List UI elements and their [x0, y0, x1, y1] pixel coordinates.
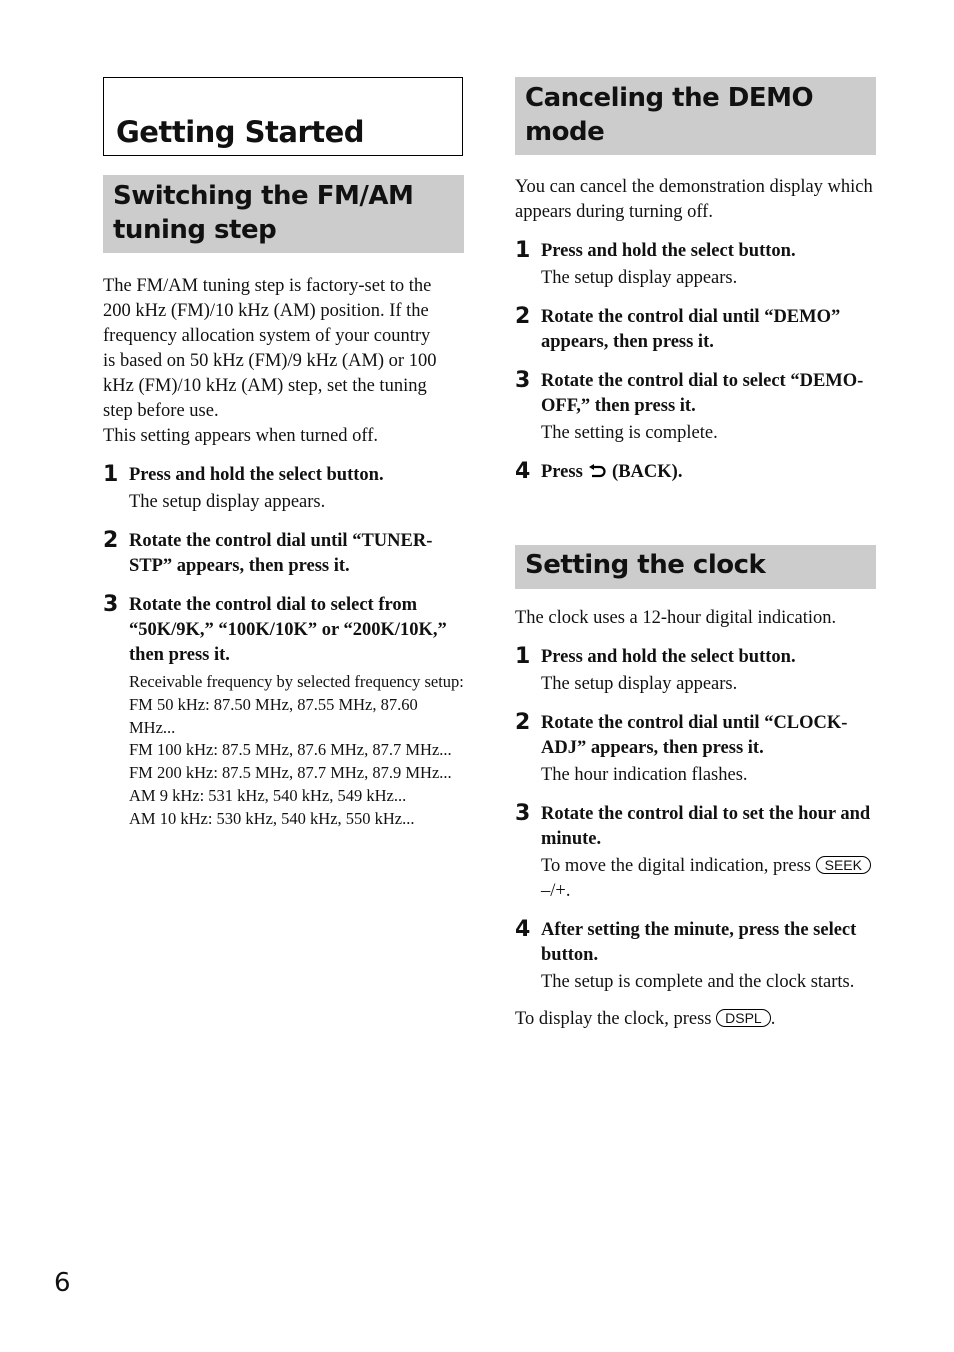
section-title-clock: Setting the clock: [515, 545, 876, 589]
step-body: The setup display appears.: [541, 674, 738, 694]
step-title: Press and hold the select button.: [541, 647, 796, 667]
clock-intro: The clock uses a 12-hour digital indicat…: [515, 608, 837, 628]
step-body: To move the digital indication, press SE…: [541, 854, 876, 904]
frequency-line: FM 200 kHz: 87.5 MHz, 87.7 MHz, 87.9 MHz…: [129, 763, 452, 783]
right-column: Canceling the DEMO mode You can cancel t…: [515, 77, 876, 1032]
back-arrow-icon: [589, 464, 607, 478]
frequency-line: AM 9 kHz: 531 kHz, 540 kHz, 549 kHz...: [129, 785, 407, 805]
step-title: Rotate the control dial until “CLOCK-ADJ…: [541, 713, 848, 758]
chapter-title: Getting Started: [116, 115, 365, 149]
step-number: 3: [103, 592, 119, 617]
clock-step-4: 4 After setting the minute, press the se…: [515, 917, 876, 995]
step-body: The setup is complete and the clock star…: [541, 972, 855, 992]
step-title: Rotate the control dial to select from “…: [129, 595, 447, 665]
tuning-intro: The FM/AM tuning step is factory-set to …: [103, 274, 464, 449]
step-number: 4: [515, 459, 531, 484]
demo-intro: You can cancel the demonstration display…: [515, 177, 873, 222]
intro-line: is based on 50 kHz (FM)/9 kHz (AM) or 10…: [103, 351, 437, 371]
tuning-step-3: 3 Rotate the control dial to select from…: [103, 592, 464, 831]
step-title: After setting the minute, press the sele…: [541, 920, 857, 965]
step-number: 2: [103, 528, 119, 553]
section-title-tuning-step: Switching the FM/AM tuning step: [103, 175, 464, 253]
step-title: Rotate the control dial until “DEMO” app…: [541, 307, 841, 352]
step-body: The hour indication flashes.: [541, 765, 748, 785]
step-title-prefix: Press: [541, 462, 583, 482]
tuning-step-1: 1 Press and hold the select button. The …: [103, 462, 464, 515]
step-title: Rotate the control dial to set the hour …: [541, 804, 871, 849]
frequency-note: Receivable frequency by selected frequen…: [129, 671, 464, 831]
step-body-prefix: To move the digital indication, press: [541, 856, 811, 876]
clock-outro: To display the clock, press DSPL.: [515, 1007, 876, 1032]
left-column: Getting Started Switching the FM/AM tuni…: [103, 77, 464, 831]
intro-line: step before use.: [103, 401, 219, 421]
intro-line: The FM/AM tuning step is factory-set to …: [103, 276, 432, 296]
chapter-header-box: Getting Started: [103, 77, 463, 156]
step-title: Press and hold the select button.: [541, 241, 796, 261]
step-number: 2: [515, 710, 531, 735]
intro-note: This setting appears when turned off.: [103, 426, 379, 446]
tuning-step-2: 2 Rotate the control dial until “TUNER-S…: [103, 528, 464, 579]
step-number: 3: [515, 368, 531, 393]
intro-line: frequency allocation system of your coun…: [103, 326, 431, 346]
demo-step-1: 1 Press and hold the select button. The …: [515, 238, 876, 291]
step-body: The setup display appears.: [129, 492, 326, 512]
frequency-line: FM 100 kHz: 87.5 MHz, 87.6 MHz, 87.7 MHz…: [129, 740, 452, 760]
section-title-demo: Canceling the DEMO mode: [515, 77, 876, 155]
step-number: 1: [515, 238, 531, 263]
step-number: 4: [515, 917, 531, 942]
frequency-line: FM 50 kHz: 87.50 MHz, 87.55 MHz, 87.60 M…: [129, 694, 418, 737]
step-body: The setup display appears.: [541, 268, 738, 288]
demo-step-2: 2 Rotate the control dial until “DEMO” a…: [515, 304, 876, 355]
clock-step-1: 1 Press and hold the select button. The …: [515, 644, 876, 697]
frequency-note-heading: Receivable frequency by selected frequen…: [129, 672, 464, 691]
step-title: Press (BACK).: [541, 460, 876, 485]
step-number: 1: [103, 462, 119, 487]
demo-step-4: 4 Press (BACK).: [515, 459, 876, 485]
outro-prefix: To display the clock, press: [515, 1009, 712, 1029]
step-title: Rotate the control dial to select “DEMO-…: [541, 371, 864, 416]
step-number: 3: [515, 801, 531, 826]
clock-step-2: 2 Rotate the control dial until “CLOCK-A…: [515, 710, 876, 788]
step-body: The setting is complete.: [541, 423, 718, 443]
intro-line: kHz (FM)/10 kHz (AM) step, set the tunin…: [103, 376, 427, 396]
intro-line: 200 kHz (FM)/10 kHz (AM) position. If th…: [103, 301, 429, 321]
step-title: Rotate the control dial until “TUNER-STP…: [129, 531, 433, 576]
clock-step-3: 3 Rotate the control dial to set the hou…: [515, 801, 876, 904]
frequency-line: AM 10 kHz: 530 kHz, 540 kHz, 550 kHz...: [129, 808, 415, 828]
dspl-key: DSPL: [716, 1009, 771, 1027]
step-body-suffix: –/+.: [541, 881, 571, 901]
demo-step-3: 3 Rotate the control dial to select “DEM…: [515, 368, 876, 446]
step-number: 2: [515, 304, 531, 329]
outro-suffix: .: [770, 1009, 776, 1029]
page-number: 6: [54, 1268, 71, 1298]
step-title-suffix: (BACK).: [612, 462, 683, 482]
seek-key: SEEK: [815, 856, 871, 874]
step-number: 1: [515, 644, 531, 669]
step-title: Press and hold the select button.: [129, 465, 384, 485]
